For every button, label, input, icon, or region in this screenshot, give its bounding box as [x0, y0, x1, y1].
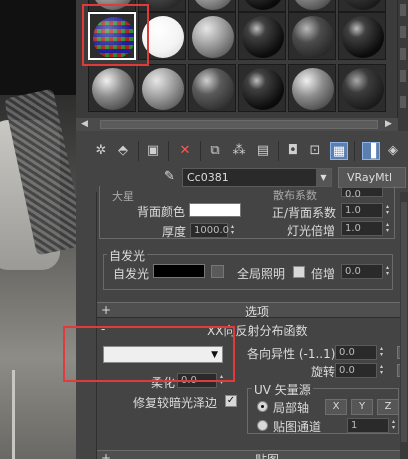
sample-slot[interactable]	[88, 64, 136, 112]
annotation-highlight-box	[63, 326, 235, 382]
light-mult-label: 灯光倍增	[287, 224, 336, 238]
make-unique-icon[interactable]: ⁂	[230, 142, 248, 160]
make-copy-icon[interactable]: ⧉	[206, 142, 224, 160]
viewport-lamp-rod	[12, 370, 15, 459]
scroll-right-icon[interactable]: ▶	[385, 119, 392, 129]
ior-partial-label: 散布系数	[273, 189, 317, 202]
gi-checkbox[interactable]	[293, 266, 305, 278]
front-back-label: 正/背面系数	[272, 206, 337, 220]
rotation-spinner[interactable]: 0.0 ▴ ▾	[335, 363, 383, 378]
video-check-icon[interactable]	[400, 96, 406, 108]
self-illum-map-button[interactable]	[211, 265, 224, 278]
reset-icon[interactable]: ✕	[176, 142, 194, 160]
show-map-icon[interactable]: ⊡	[306, 142, 324, 160]
self-illum-mult-spinner[interactable]: 0.0 ▴ ▾	[341, 264, 389, 279]
rotation-label: 旋转	[311, 365, 336, 379]
viewport[interactable]	[0, 0, 82, 459]
material-editor-panel: ◀ ▶ ✲ ⬘ ▣ ✕ ⧉ ⁂ ▤ ◘ ⊡ ▦ ▐ ◈ ✎ Cc0381 ▼ V…	[63, 0, 408, 459]
map-channel-radio[interactable]	[257, 420, 268, 431]
options-rollout-title: 选项	[245, 305, 270, 319]
self-illum-color-swatch[interactable]	[153, 264, 205, 278]
material-toolbar: ✲ ⬘ ▣ ✕ ⧉ ⁂ ▤ ◘ ⊡ ▦ ▐ ◈	[76, 133, 408, 167]
options-rollout-header[interactable]: + 选项	[97, 302, 401, 319]
axis-x-button[interactable]: X	[325, 399, 347, 415]
anisotropy-spinner[interactable]: 0.0 ▴ ▾	[335, 345, 383, 360]
maps-expand-icon[interactable]: +	[101, 451, 111, 459]
background-icon[interactable]	[400, 48, 406, 60]
front-back-spinner[interactable]: 1.0 ▴ ▾	[341, 203, 389, 218]
thickness-spinner[interactable]: 1000.0 ▴ ▾	[190, 223, 234, 238]
sample-slot[interactable]	[288, 64, 336, 112]
go-forward-icon[interactable]: ◈	[384, 142, 402, 160]
material-type-button[interactable]: VRayMtl	[338, 167, 406, 188]
fix-dark-edges-checkbox[interactable]: ✓	[225, 395, 237, 407]
maps-rollout-header[interactable]: + 贴图	[97, 450, 401, 459]
put-to-library-icon[interactable]: ▤	[254, 142, 272, 160]
options-expand-icon[interactable]: +	[101, 303, 111, 317]
sample-slot[interactable]	[338, 12, 386, 60]
sample-slot[interactable]	[188, 0, 236, 12]
params-scroll-thumb[interactable]	[401, 202, 407, 442]
assign-material-icon[interactable]: ▣	[144, 142, 162, 160]
slots-horizontal-scrollbar[interactable]: ◀ ▶	[76, 118, 398, 131]
maps-rollout-title: 贴图	[255, 451, 279, 459]
show-end-result-icon[interactable]: ▦	[330, 142, 348, 160]
sample-slot[interactable]	[188, 64, 236, 112]
light-mult-spinner[interactable]: 1.0 ▴ ▾	[341, 221, 389, 236]
scroll-left-icon[interactable]: ◀	[81, 119, 88, 129]
uv-vector-source-title: UV 矢量源	[252, 381, 313, 398]
name-dropdown-icon[interactable]: ▼	[316, 169, 331, 186]
viewport-dark-area	[0, 0, 82, 95]
slots-side-toolbar	[398, 0, 408, 131]
scroll-thumb[interactable]	[100, 120, 378, 129]
axis-y-button[interactable]: Y	[351, 399, 373, 415]
self-illum-label: 自发光	[113, 267, 150, 281]
active-slot-highlight	[82, 4, 149, 66]
self-illum-mult-label: 倍增	[311, 267, 336, 281]
self-illum-group-title: 自发光	[107, 247, 148, 264]
sample-slot[interactable]	[338, 0, 386, 12]
sample-slot[interactable]	[288, 0, 336, 12]
local-axis-label: 局部轴	[273, 401, 310, 415]
material-name-text: Cc0381	[187, 171, 229, 184]
put-to-scene-icon[interactable]: ⬘	[114, 142, 132, 160]
sample-slot[interactable]	[238, 12, 286, 60]
sample-slot[interactable]	[338, 64, 386, 112]
map-channel-spinner[interactable]: 1 ▴ ▾	[347, 418, 395, 433]
map-channel-label: 贴图通道	[273, 420, 322, 434]
backlight-icon[interactable]	[400, 26, 406, 38]
sample-type-icon[interactable]	[400, 4, 406, 16]
sample-slot[interactable]	[138, 64, 186, 112]
sample-slot[interactable]	[238, 0, 286, 12]
go-to-parent-icon[interactable]: ▐	[362, 142, 380, 160]
fix-dark-edges-label: 修复较暗光泽边	[133, 396, 218, 410]
anisotropy-label: 各向异性 (-1..1)	[247, 347, 336, 361]
cutoff-label: 大星	[112, 190, 134, 203]
params-vertical-scrollbar[interactable]	[400, 192, 408, 459]
eyedropper-icon[interactable]: ✎	[164, 169, 178, 185]
ior-partial-spinner[interactable]: 0.0	[341, 187, 383, 200]
back-color-label: 背面颜色	[137, 205, 186, 219]
thickness-label: 厚度	[162, 225, 187, 239]
material-id-icon[interactable]: ◘	[284, 142, 302, 160]
sample-slot[interactable]	[188, 12, 236, 60]
sample-slot[interactable]	[288, 12, 336, 60]
gi-label: 全局照明	[237, 267, 286, 281]
get-material-icon[interactable]: ✲	[92, 142, 110, 160]
back-color-swatch[interactable]	[189, 203, 241, 217]
sample-slot[interactable]	[238, 64, 286, 112]
local-axis-radio[interactable]	[257, 401, 268, 412]
material-name-field[interactable]: Cc0381 ▼	[182, 168, 332, 187]
uv-tiling-icon[interactable]	[400, 70, 406, 82]
axis-z-button[interactable]: Z	[377, 399, 399, 415]
